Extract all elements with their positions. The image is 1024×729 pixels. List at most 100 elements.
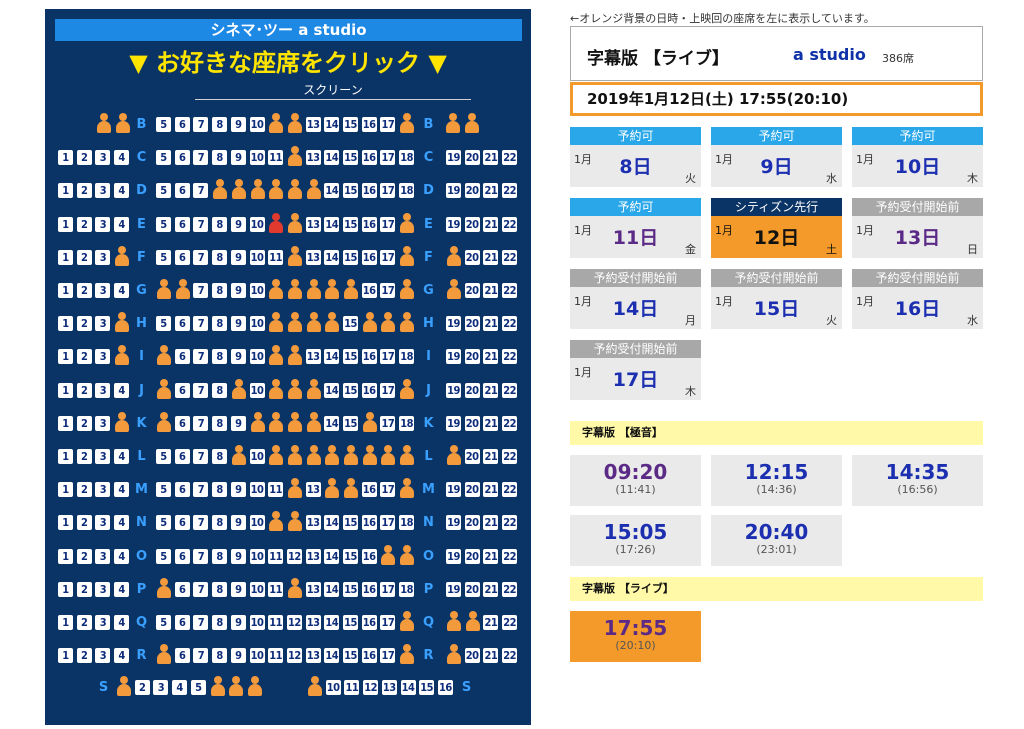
seat-M5[interactable]: 5 bbox=[156, 482, 171, 498]
seat-N10[interactable]: 10 bbox=[249, 515, 265, 531]
seat-G8[interactable]: 8 bbox=[212, 283, 228, 298]
seat-J20[interactable]: 20 bbox=[464, 382, 480, 398]
seat-S5[interactable]: 5 bbox=[190, 680, 206, 695]
seat-I19[interactable]: 19 bbox=[446, 349, 461, 365]
seat-L7[interactable]: 7 bbox=[193, 449, 209, 464]
seat-D20[interactable]: 20 bbox=[464, 183, 480, 199]
seat-R16[interactable]: 16 bbox=[361, 648, 377, 664]
seat-D3[interactable]: 3 bbox=[95, 183, 111, 199]
live-showtime-1[interactable]: 17:55 (20:10) bbox=[570, 611, 701, 662]
seat-M6[interactable]: 6 bbox=[174, 482, 190, 498]
seat-B15[interactable]: 15 bbox=[343, 117, 358, 132]
seat-M20[interactable]: 20 bbox=[464, 482, 480, 498]
seat-E21[interactable]: 21 bbox=[483, 216, 499, 232]
seat-H5[interactable]: 5 bbox=[156, 316, 171, 332]
seat-D18[interactable]: 18 bbox=[399, 183, 415, 199]
seat-J3[interactable]: 3 bbox=[95, 382, 111, 398]
seat-C7[interactable]: 7 bbox=[193, 150, 209, 166]
seat-K7[interactable]: 7 bbox=[193, 415, 209, 431]
seat-I14[interactable]: 14 bbox=[324, 349, 340, 365]
seat-H7[interactable]: 7 bbox=[193, 316, 209, 332]
seat-R10[interactable]: 10 bbox=[249, 648, 265, 664]
seat-D19[interactable]: 19 bbox=[446, 183, 461, 199]
seat-F14[interactable]: 14 bbox=[324, 249, 340, 265]
seat-N3[interactable]: 3 bbox=[95, 515, 111, 531]
seat-I3[interactable]: 3 bbox=[95, 349, 111, 365]
seat-L2[interactable]: 2 bbox=[76, 449, 92, 464]
seat-Q2[interactable]: 2 bbox=[76, 615, 92, 630]
seat-H19[interactable]: 19 bbox=[446, 316, 461, 332]
seat-B14[interactable]: 14 bbox=[324, 117, 340, 132]
seat-C21[interactable]: 21 bbox=[483, 150, 499, 166]
seat-M8[interactable]: 8 bbox=[212, 482, 228, 498]
kyokuon-showtime-5[interactable]: 20:40 (23:01) bbox=[711, 515, 842, 566]
seat-O1[interactable]: 1 bbox=[58, 548, 73, 564]
seat-C10[interactable]: 10 bbox=[249, 150, 265, 166]
seat-P1[interactable]: 1 bbox=[58, 581, 73, 597]
seat-P8[interactable]: 8 bbox=[212, 581, 228, 597]
seat-H8[interactable]: 8 bbox=[212, 316, 228, 332]
seat-P15[interactable]: 15 bbox=[343, 581, 358, 597]
seat-R17[interactable]: 17 bbox=[380, 648, 396, 664]
seat-Q9[interactable]: 9 bbox=[230, 615, 246, 630]
seat-B16[interactable]: 16 bbox=[361, 117, 377, 132]
date-tile-2[interactable]: 予約可 1月 9日水 bbox=[711, 127, 842, 187]
seat-I6[interactable]: 6 bbox=[174, 349, 190, 365]
seat-G3[interactable]: 3 bbox=[95, 283, 111, 298]
seat-F1[interactable]: 1 bbox=[58, 249, 73, 265]
seat-K3[interactable]: 3 bbox=[95, 415, 111, 431]
seat-P16[interactable]: 16 bbox=[361, 581, 377, 597]
seat-C22[interactable]: 22 bbox=[502, 150, 518, 166]
seat-B17[interactable]: 17 bbox=[380, 117, 396, 132]
seat-O3[interactable]: 3 bbox=[95, 548, 111, 564]
seat-C14[interactable]: 14 bbox=[324, 150, 340, 166]
seat-F6[interactable]: 6 bbox=[174, 249, 190, 265]
seat-O19[interactable]: 19 bbox=[446, 548, 461, 564]
seat-J1[interactable]: 1 bbox=[58, 382, 73, 398]
seat-H6[interactable]: 6 bbox=[174, 316, 190, 332]
seat-D17[interactable]: 17 bbox=[380, 183, 396, 199]
seat-C2[interactable]: 2 bbox=[76, 150, 92, 166]
seat-N6[interactable]: 6 bbox=[174, 515, 190, 531]
seat-N18[interactable]: 18 bbox=[399, 515, 415, 531]
seat-C8[interactable]: 8 bbox=[212, 150, 228, 166]
seat-Q13[interactable]: 13 bbox=[305, 615, 321, 630]
seat-P10[interactable]: 10 bbox=[249, 581, 265, 597]
seat-E20[interactable]: 20 bbox=[464, 216, 480, 232]
seat-M1[interactable]: 1 bbox=[58, 482, 73, 498]
seat-E1[interactable]: 1 bbox=[58, 216, 73, 232]
seat-O15[interactable]: 15 bbox=[343, 548, 358, 564]
seat-F5[interactable]: 5 bbox=[156, 249, 171, 265]
seat-O4[interactable]: 4 bbox=[114, 548, 130, 564]
seat-C1[interactable]: 1 bbox=[58, 150, 73, 166]
seat-L21[interactable]: 21 bbox=[483, 449, 499, 464]
seat-L10[interactable]: 10 bbox=[249, 449, 265, 464]
seat-E7[interactable]: 7 bbox=[193, 216, 209, 232]
seat-J22[interactable]: 22 bbox=[502, 382, 518, 398]
seat-O16[interactable]: 16 bbox=[361, 548, 377, 564]
seat-N17[interactable]: 17 bbox=[380, 515, 396, 531]
seat-J4[interactable]: 4 bbox=[114, 382, 130, 398]
seat-K2[interactable]: 2 bbox=[76, 415, 92, 431]
seat-O5[interactable]: 5 bbox=[156, 548, 171, 564]
seat-E13[interactable]: 13 bbox=[305, 216, 321, 232]
seat-L1[interactable]: 1 bbox=[58, 449, 73, 464]
seat-P3[interactable]: 3 bbox=[95, 581, 111, 597]
seat-R3[interactable]: 3 bbox=[95, 648, 111, 664]
seat-H3[interactable]: 3 bbox=[95, 316, 111, 332]
seat-P14[interactable]: 14 bbox=[324, 581, 340, 597]
seat-P2[interactable]: 2 bbox=[76, 581, 92, 597]
date-tile-10[interactable]: 予約受付開始前 1月 17日木 bbox=[570, 340, 701, 400]
seat-J21[interactable]: 21 bbox=[483, 382, 499, 398]
date-tile-4[interactable]: 予約可 1月 11日金 bbox=[570, 198, 701, 258]
seat-J19[interactable]: 19 bbox=[446, 382, 461, 398]
seat-S10[interactable]: 10 bbox=[325, 680, 341, 695]
seat-H1[interactable]: 1 bbox=[58, 316, 73, 332]
seat-B9[interactable]: 9 bbox=[230, 117, 246, 132]
seat-O7[interactable]: 7 bbox=[193, 548, 209, 564]
seat-N4[interactable]: 4 bbox=[114, 515, 130, 531]
seat-D14[interactable]: 14 bbox=[324, 183, 340, 199]
seat-I7[interactable]: 7 bbox=[193, 349, 209, 365]
seat-D5[interactable]: 5 bbox=[156, 183, 171, 199]
seat-S14[interactable]: 14 bbox=[400, 680, 416, 695]
